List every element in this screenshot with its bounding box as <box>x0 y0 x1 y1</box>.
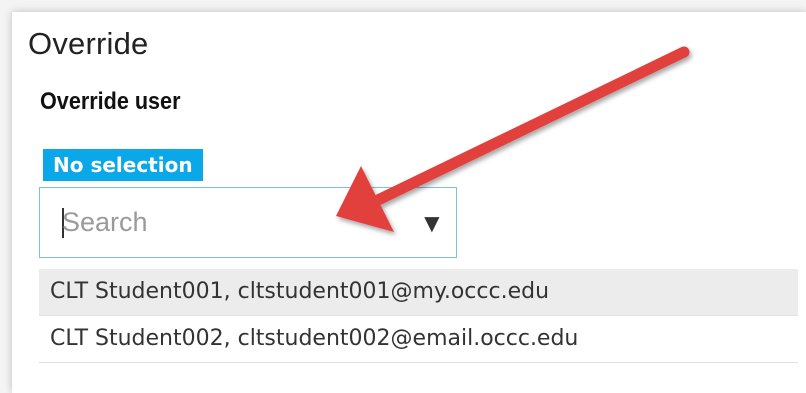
user-search-combobox[interactable]: ▼ <box>39 187 457 258</box>
user-options-list: CLT Student001, cltstudent001@my.occc.ed… <box>39 269 798 363</box>
selection-status-badge: No selection <box>43 149 203 181</box>
override-user-label: Override user <box>40 88 181 115</box>
user-option[interactable]: CLT Student001, cltstudent001@my.occc.ed… <box>39 269 798 316</box>
override-panel: Override Override user No selection ▼ CL… <box>12 12 806 393</box>
user-search-input[interactable] <box>62 188 392 257</box>
dropdown-triangle-icon[interactable]: ▼ <box>419 208 445 238</box>
panel-title: Override <box>28 26 149 61</box>
user-option[interactable]: CLT Student002, cltstudent002@email.occc… <box>39 316 798 363</box>
